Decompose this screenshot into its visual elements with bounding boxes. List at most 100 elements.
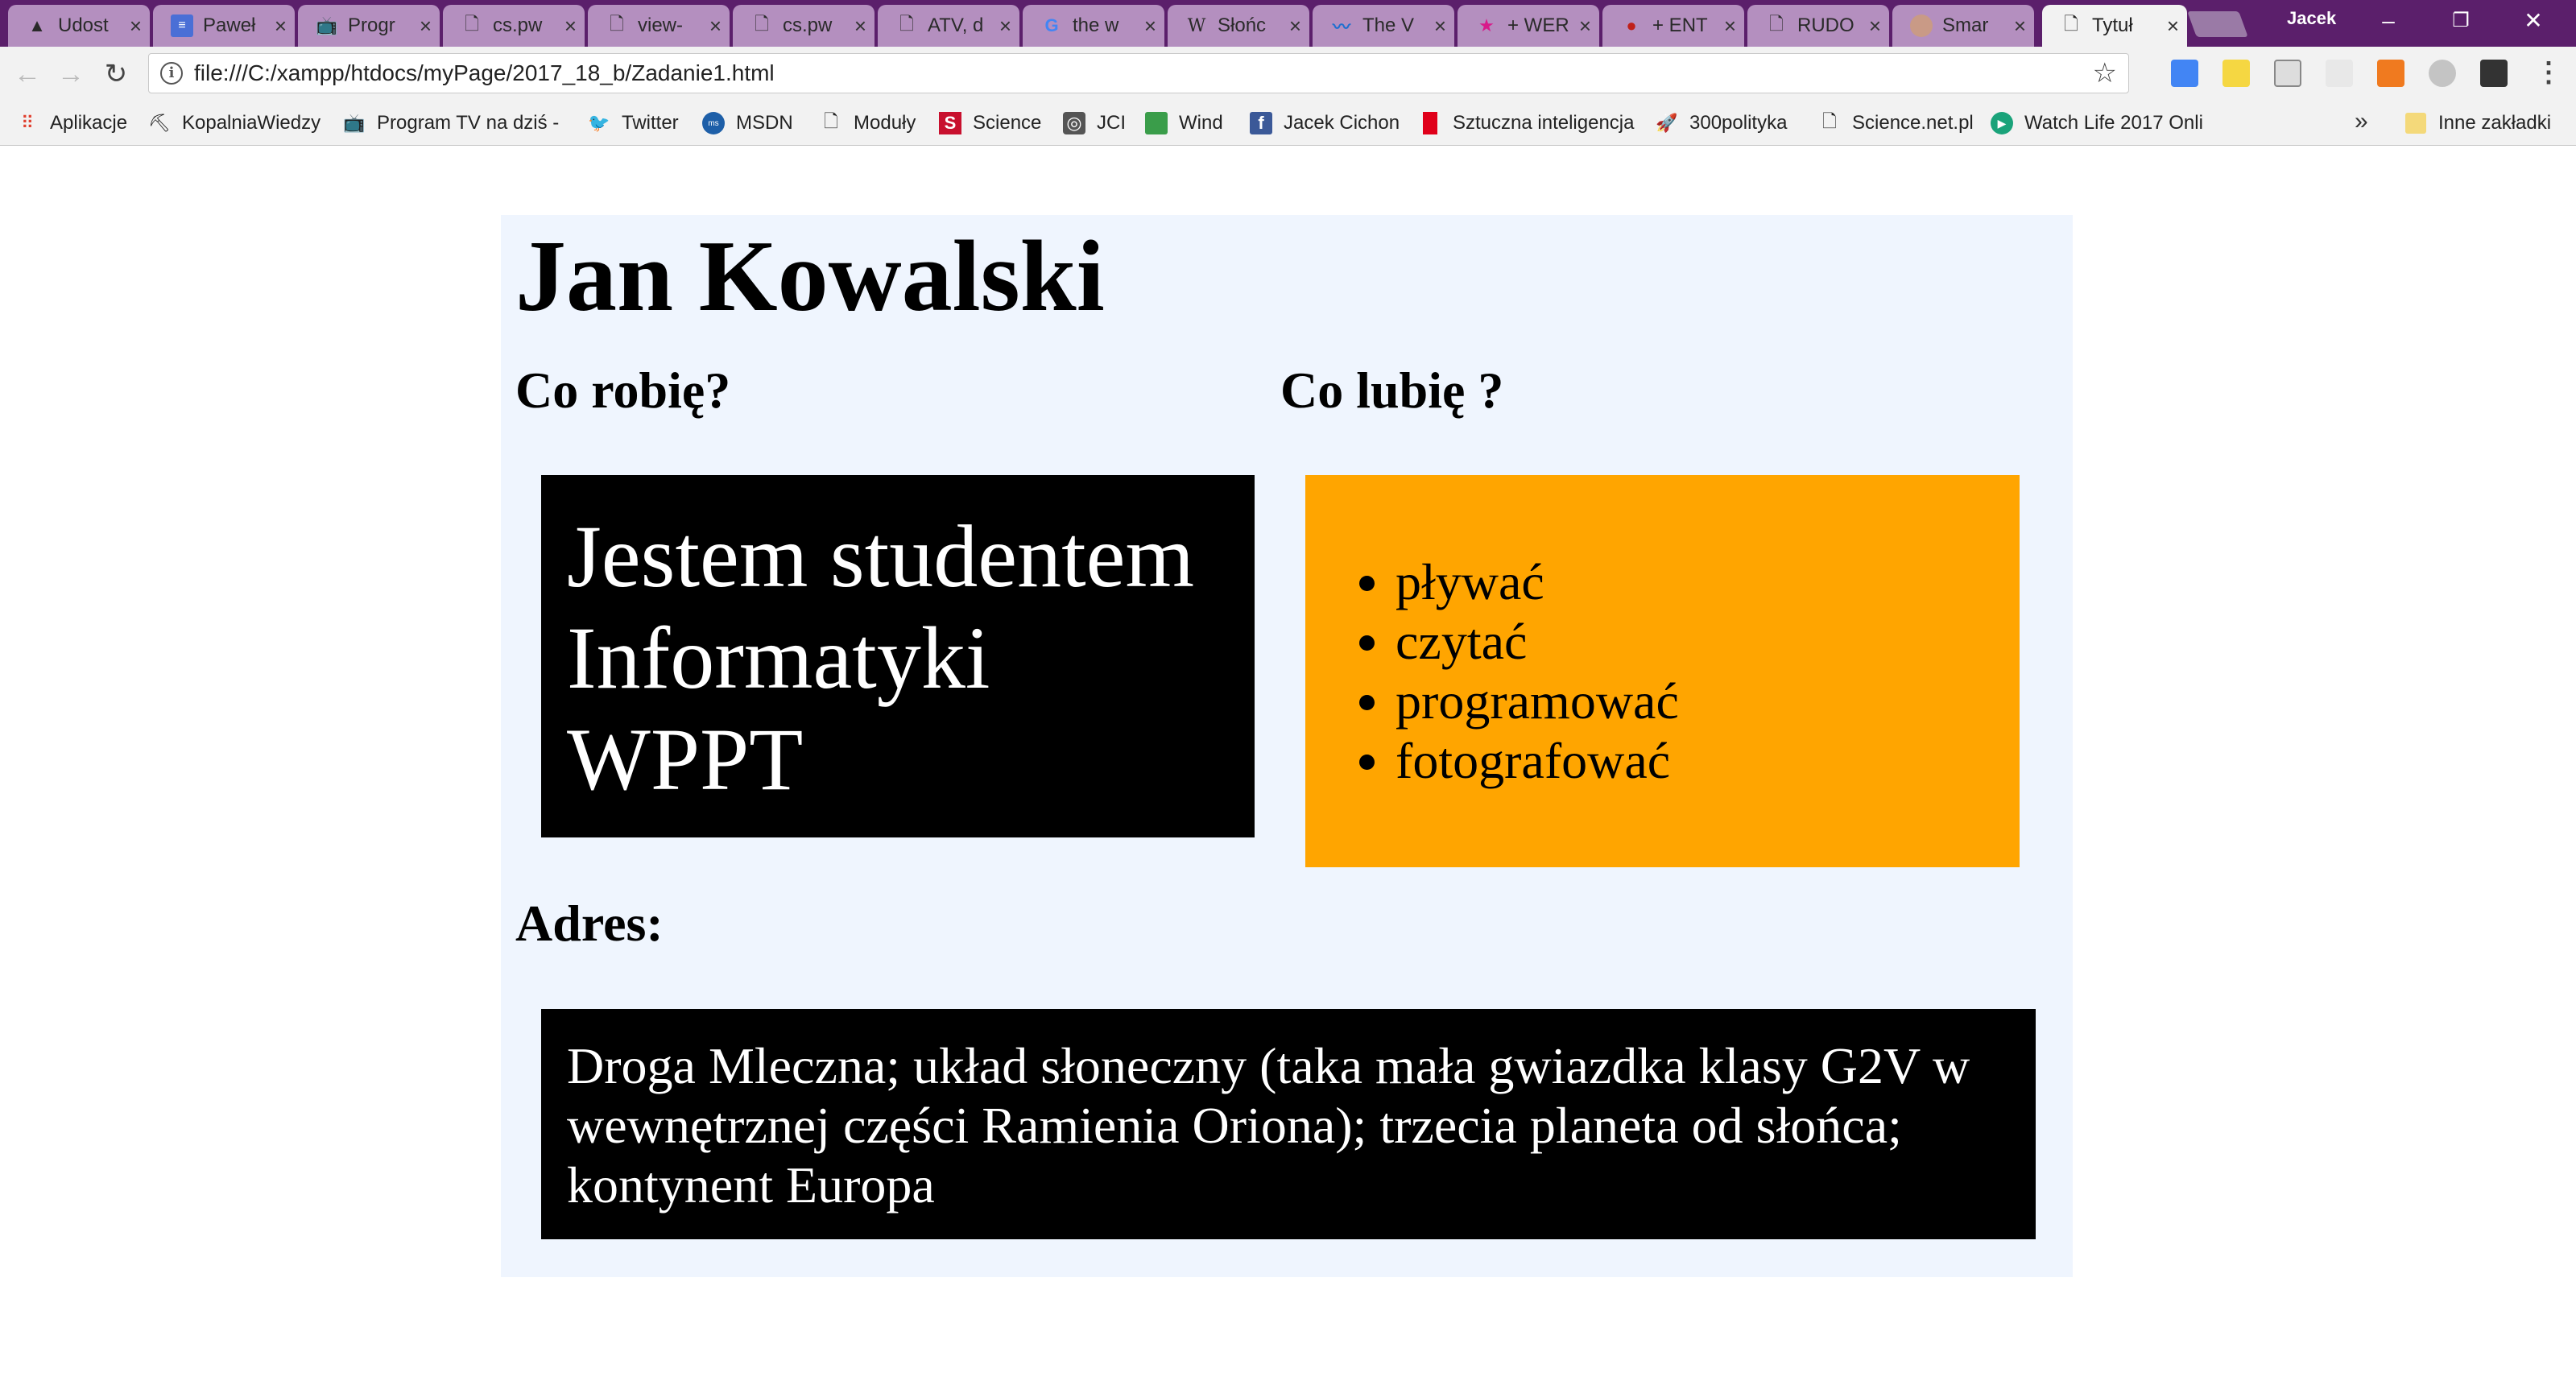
dots-extension-icon[interactable] [2480, 60, 2508, 87]
url-text[interactable]: file:///C:/xampp/htdocs/myPage/2017_18_b… [194, 60, 775, 86]
page-icon: 🗋 [1769, 14, 1784, 34]
tab[interactable]: 〰 The V × [1313, 5, 1454, 47]
what-i-like-heading: Co lubię ? [1280, 362, 1504, 419]
play-icon: ▶ [1991, 112, 2013, 134]
bookmark-star-icon[interactable]: ☆ [2093, 57, 2117, 89]
chart-extension-icon[interactable] [2377, 60, 2404, 87]
tab-label: ATV, d [928, 14, 984, 36]
reader-extension-icon[interactable] [2326, 60, 2353, 87]
more-bookmarks-icon[interactable]: » [2355, 108, 2368, 135]
info-icon[interactable]: i [160, 62, 183, 85]
tab-active[interactable]: 🗋 Tytuł × [2042, 5, 2187, 47]
close-icon[interactable]: × [854, 14, 866, 39]
new-tab-button[interactable] [2187, 11, 2248, 37]
close-icon[interactable]: × [1724, 14, 1736, 39]
translate-extension-icon[interactable] [2171, 60, 2198, 87]
page-container: Jan Kowalski Co robię? Co lubię ? Jestem… [501, 215, 2073, 1277]
bookmark-item[interactable]: Wind [1145, 110, 1223, 137]
bookmark-item[interactable]: 🐦 Twitter [588, 110, 679, 137]
bookmark-label: KopalniaWiedzy [182, 112, 321, 134]
close-window-icon[interactable]: ✕ [2509, 5, 2557, 37]
page-icon: 🗋 [824, 111, 838, 131]
list-item: pływać [1396, 552, 1679, 612]
tab-label: the w [1073, 14, 1119, 36]
close-icon[interactable]: × [420, 14, 432, 39]
tab[interactable]: ≡ Paweł × [153, 5, 295, 47]
forward-arrow-icon[interactable]: → [53, 56, 89, 92]
profile-name[interactable]: Jacek [2287, 8, 2336, 29]
bookmark-item[interactable]: 🗋 Science.net.pl [1818, 110, 1974, 137]
bookmark-item[interactable]: f Jacek Cichon [1250, 110, 1400, 137]
tab[interactable]: ▲ Udost × [8, 5, 150, 47]
shield-icon: ● [1626, 15, 1637, 35]
tv-icon: 📺 [316, 15, 338, 35]
bookmark-item[interactable]: S Science [939, 110, 1041, 137]
page-title: Jan Kowalski [515, 221, 1105, 333]
restore-icon[interactable]: ❐ [2437, 5, 2485, 37]
bookmark-label: 300polityka [1689, 112, 1788, 134]
address-bar[interactable]: i file:///C:/xampp/htdocs/myPage/2017_18… [148, 53, 2129, 93]
bookmark-label: Twitter [622, 112, 679, 134]
tab[interactable]: 🗋 ATV, d × [878, 5, 1019, 47]
tab-label: Progr [348, 14, 395, 36]
close-icon[interactable]: × [1144, 14, 1156, 39]
bookmark-item[interactable]: ▶ Watch Life 2017 Onli [1991, 110, 2203, 137]
tab-label: cs.pw [783, 14, 833, 36]
close-icon[interactable]: × [1869, 14, 1881, 39]
wind-icon [1145, 112, 1168, 134]
tab[interactable]: 🗋 view- × [588, 5, 730, 47]
back-arrow-icon[interactable]: ← [10, 56, 45, 92]
tab-label: + WER [1507, 14, 1569, 36]
close-icon[interactable]: × [275, 14, 287, 39]
tab[interactable]: 🗋 RUDO × [1747, 5, 1889, 47]
apps-grid-icon: ⠿ [20, 113, 35, 133]
bookmark-item[interactable]: Sztuczna inteligencja [1419, 110, 1634, 137]
bookmark-item[interactable]: ms MSDN [702, 110, 793, 137]
bookmark-item[interactable]: ◎ JCI [1063, 110, 1126, 137]
gmail-extension-icon[interactable] [2274, 60, 2301, 87]
tab[interactable]: Smar × [1892, 5, 2034, 47]
tab[interactable]: ★ + WER × [1458, 5, 1599, 47]
list-item: fotografować [1396, 731, 1679, 791]
tab[interactable]: W Słońc × [1168, 5, 1309, 47]
close-icon[interactable]: × [2014, 14, 2026, 39]
notes-extension-icon[interactable] [2222, 60, 2250, 87]
tab[interactable]: 📺 Progr × [298, 5, 440, 47]
close-icon[interactable]: × [564, 14, 577, 39]
tab[interactable]: G the w × [1023, 5, 1164, 47]
tab-label: Słońc [1218, 14, 1267, 36]
twitter-icon: 🐦 [588, 113, 610, 133]
close-icon[interactable]: × [709, 14, 722, 39]
tab[interactable]: 🗋 cs.pw × [443, 5, 585, 47]
close-icon[interactable]: × [2167, 14, 2179, 39]
google-drive-icon: ▲ [28, 15, 46, 35]
close-icon[interactable]: × [1579, 14, 1591, 39]
close-icon[interactable]: × [130, 14, 142, 39]
rocket-icon: 🚀 [1656, 113, 1678, 133]
cloud-extension-icon[interactable] [2429, 60, 2456, 87]
other-bookmarks-label: Inne zakładki [2438, 112, 2552, 134]
minimize-icon[interactable]: – [2364, 5, 2413, 37]
close-icon[interactable]: × [1434, 14, 1446, 39]
kopalnia-icon: ⛏ [148, 113, 171, 133]
reload-icon[interactable]: ↻ [98, 56, 134, 92]
tab-label: cs.pw [493, 14, 543, 36]
wave-icon: 〰 [1332, 17, 1350, 37]
tab[interactable]: ● + ENT × [1602, 5, 1744, 47]
bookmark-item[interactable]: 🗋 Moduły [820, 110, 916, 137]
tab[interactable]: 🗋 cs.pw × [733, 5, 875, 47]
tab-label: Paweł [203, 14, 256, 36]
close-icon[interactable]: × [999, 14, 1011, 39]
menu-icon[interactable]: ⋮ [2535, 58, 2562, 90]
page-icon: 🗋 [610, 14, 624, 34]
close-icon[interactable]: × [1289, 14, 1301, 39]
other-bookmarks[interactable]: Inne zakładki [2404, 110, 2551, 137]
bookmark-label: Aplikacje [50, 112, 128, 134]
bookmark-item[interactable]: 📺 Program TV na dziś - [343, 110, 559, 137]
bookmark-item[interactable]: ⛏ KopalniaWiedzy [148, 110, 320, 137]
bookmark-label: Science [973, 112, 1042, 134]
tab-label: RUDO [1797, 14, 1854, 36]
bookmark-item[interactable]: ⠿ Aplikacje [16, 110, 127, 137]
bookmark-item[interactable]: 🚀 300polityka [1656, 110, 1787, 137]
google-docs-icon: ≡ [171, 14, 193, 37]
